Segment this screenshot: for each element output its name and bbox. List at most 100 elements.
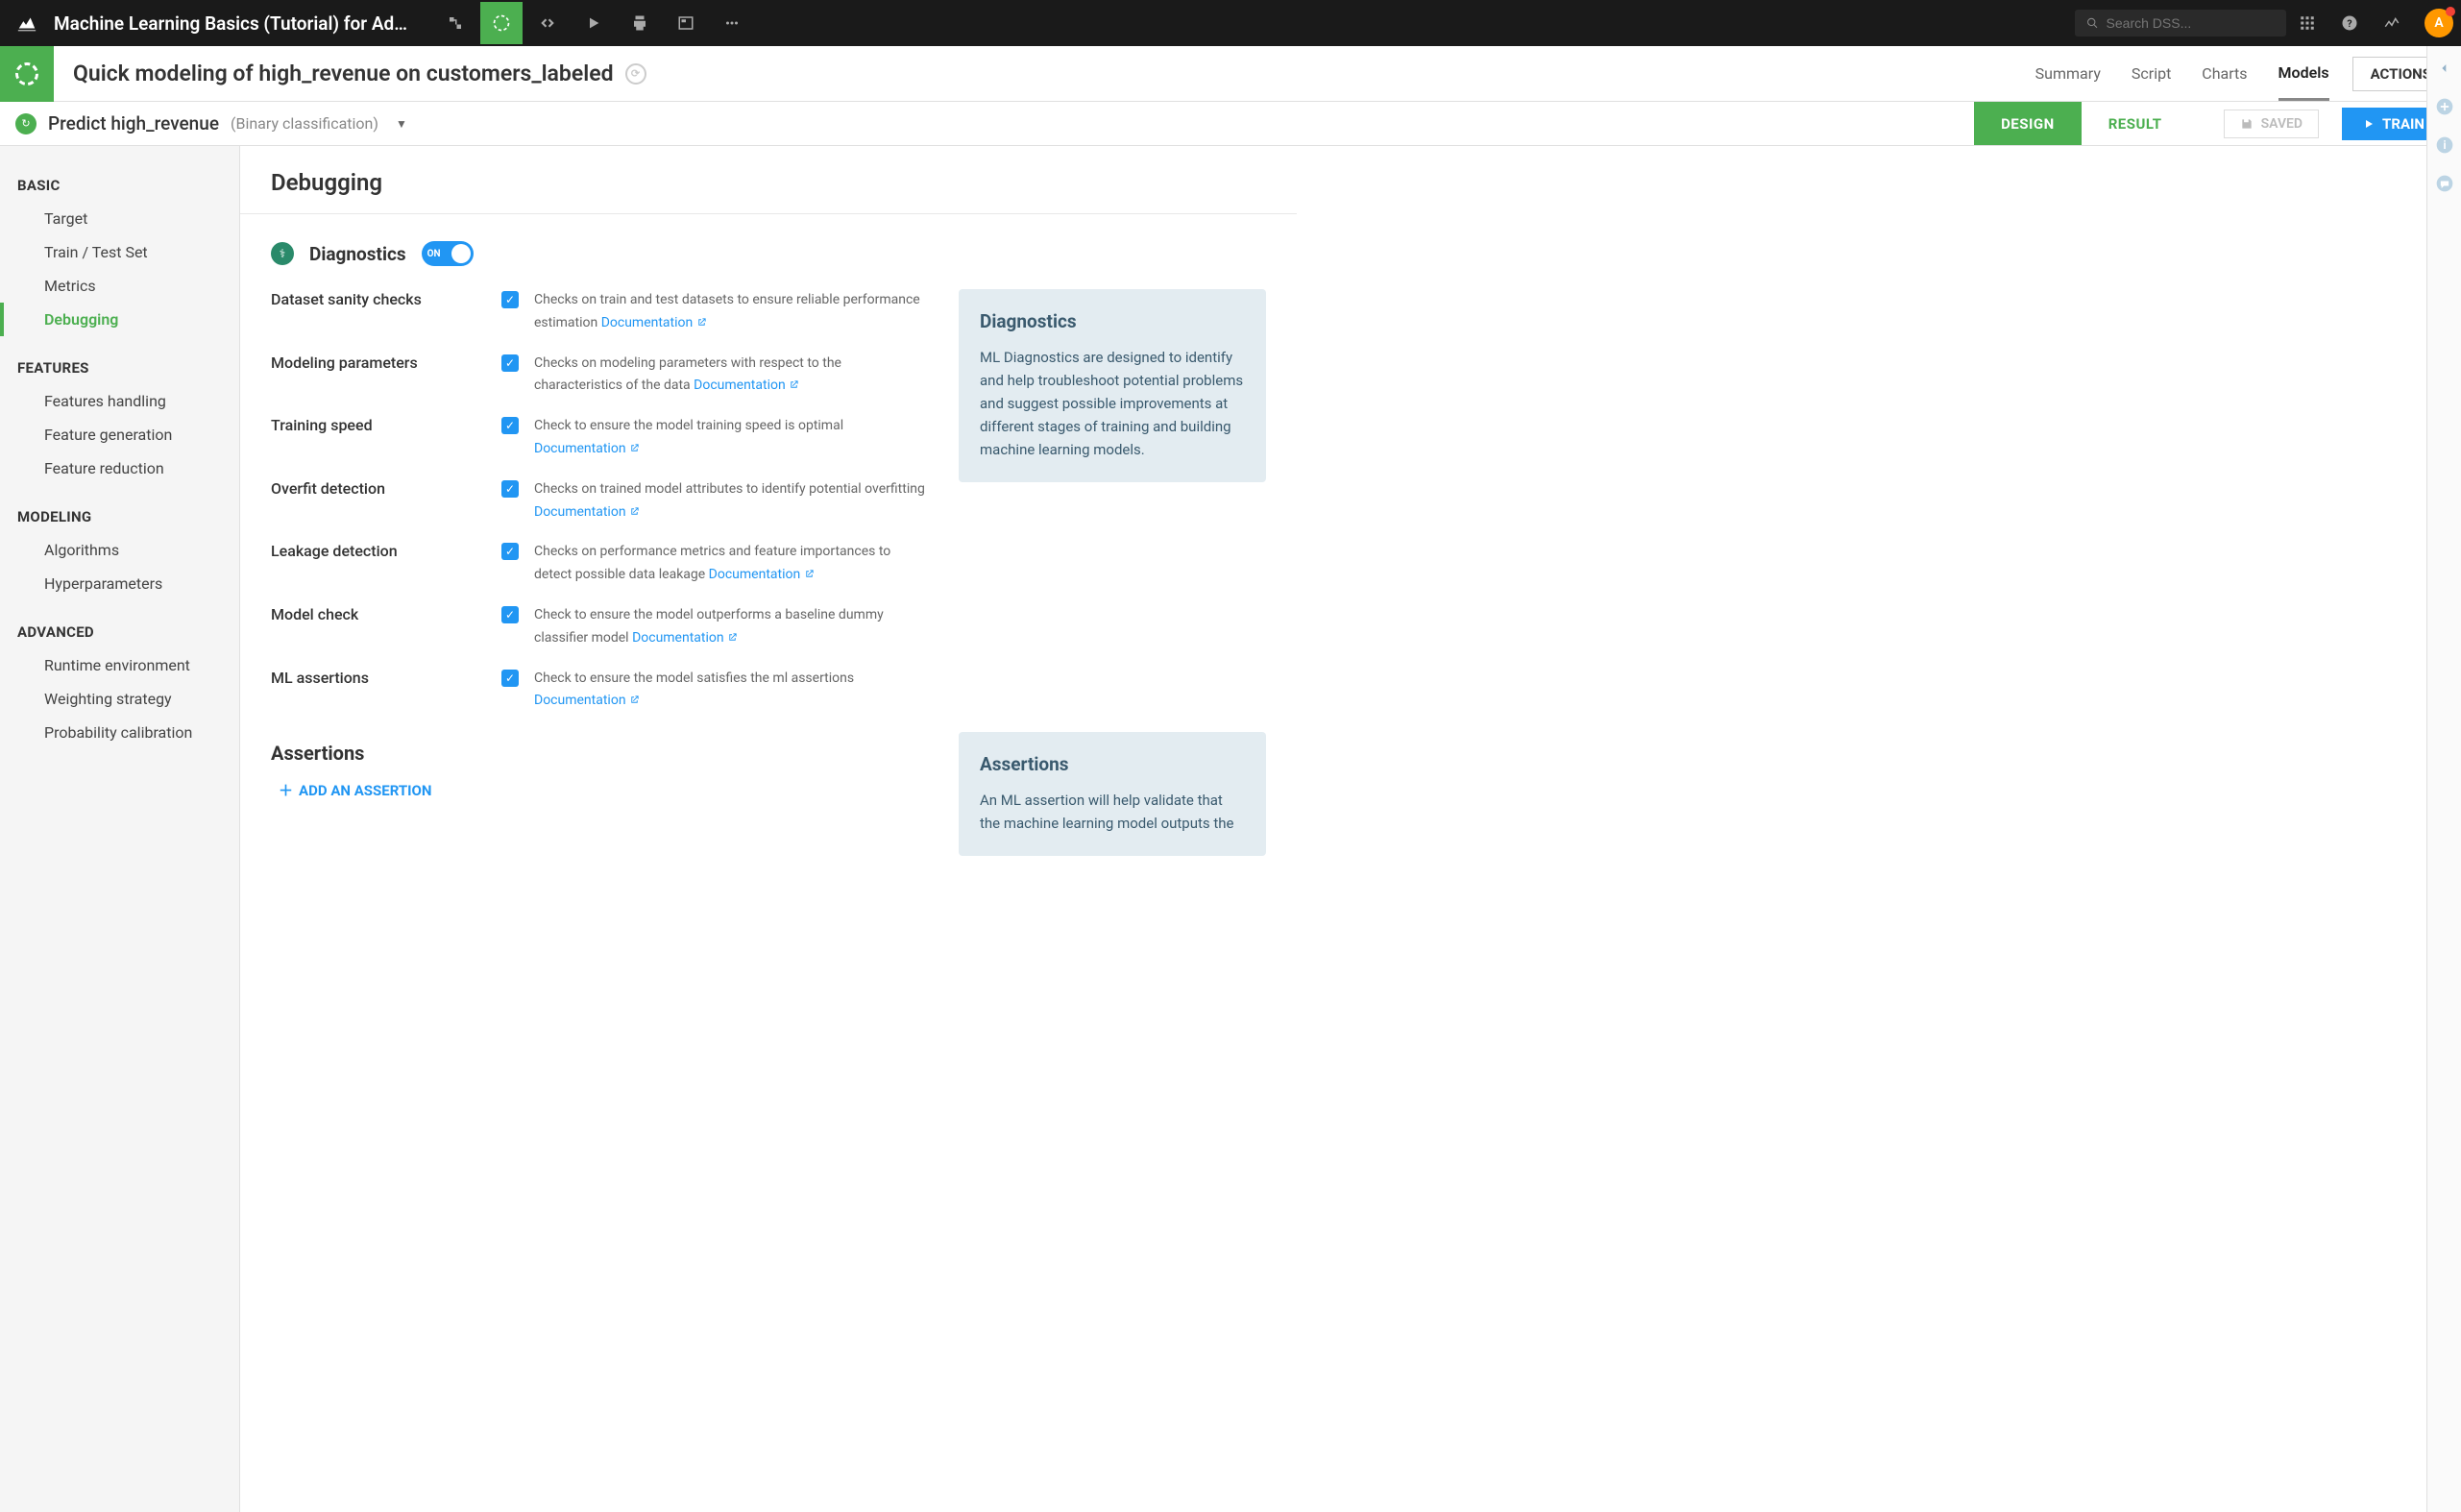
svg-text:?: ? (2347, 17, 2351, 30)
sidebar-item-probability[interactable]: Probability calibration (0, 716, 239, 749)
save-icon (2240, 117, 2254, 131)
sidebar-item-debugging[interactable]: Debugging (0, 303, 239, 336)
search-box[interactable] (2075, 10, 2286, 37)
refresh-icon[interactable]: ⟳ (625, 63, 646, 85)
doc-link[interactable]: Documentation (534, 441, 640, 456)
toggle-knob (451, 244, 471, 263)
sidebar-item-features-handling[interactable]: Features handling (0, 384, 239, 418)
check-label: Dataset sanity checks (271, 289, 501, 308)
sidebar-item-weighting[interactable]: Weighting strategy (0, 682, 239, 716)
tab-models[interactable]: Models (2278, 46, 2329, 101)
topbar: Machine Learning Basics (Tutorial) for A… (0, 0, 2461, 46)
diagnostics-label: Diagnostics (309, 243, 406, 265)
check-row-sanity: Dataset sanity checks ✓ Checks on train … (271, 289, 928, 335)
main-content: Debugging ⚕ Diagnostics ON Dataset sanit… (240, 146, 2461, 1512)
play-icon (2363, 118, 2375, 130)
tab-charts[interactable]: Charts (2202, 46, 2247, 101)
diagnostics-toggle[interactable]: ON (422, 241, 474, 266)
sidebar-item-feature-generation[interactable]: Feature generation (0, 418, 239, 451)
ml-task-title: Predict high_revenue (48, 112, 219, 134)
play-icon[interactable] (573, 2, 615, 44)
check-label: Leakage detection (271, 541, 501, 560)
sidebar-item-target[interactable]: Target (0, 202, 239, 235)
info-icon[interactable]: i (2434, 134, 2455, 156)
sidebar-group-advanced: ADVANCED (0, 616, 239, 648)
code-icon[interactable] (526, 2, 569, 44)
checkbox-mlassert[interactable]: ✓ (501, 670, 519, 687)
sidebar-item-hyperparameters[interactable]: Hyperparameters (0, 567, 239, 600)
doc-link[interactable]: Documentation (632, 630, 738, 646)
check-label: Model check (271, 604, 501, 623)
lab-icon[interactable] (480, 2, 523, 44)
external-link-icon (804, 569, 815, 579)
sidebar-item-runtime[interactable]: Runtime environment (0, 648, 239, 682)
diagnostics-header: ⚕ Diagnostics ON (271, 241, 1266, 266)
tab-result[interactable]: RESULT (2082, 102, 2189, 145)
tab-script[interactable]: Script (2132, 46, 2171, 101)
info-panel-assertions: Assertions An ML assertion will help val… (959, 732, 1266, 856)
apps-icon[interactable] (2286, 2, 2328, 44)
dashboard-icon[interactable] (665, 2, 707, 44)
ml-task-type: (Binary classification) (231, 114, 378, 133)
plus-icon: ＋ (279, 780, 293, 800)
section-title: Debugging (271, 169, 1266, 196)
flow-icon[interactable] (434, 2, 476, 44)
toggle-on-label: ON (427, 249, 441, 259)
plus-icon[interactable] (2434, 96, 2455, 117)
sidebar-group-modeling: MODELING (0, 500, 239, 533)
info-body: An ML assertion will help validate that … (980, 789, 1245, 835)
checkbox-sanity[interactable]: ✓ (501, 291, 519, 308)
svg-text:i: i (2443, 138, 2446, 152)
checkbox-overfit[interactable]: ✓ (501, 480, 519, 498)
collapse-icon[interactable] (2434, 58, 2455, 79)
doc-link[interactable]: Documentation (601, 315, 707, 330)
check-desc: Checks on performance metrics and featur… (534, 541, 928, 587)
right-rail: i (2426, 46, 2461, 1512)
info-title: Diagnostics (980, 310, 1245, 332)
stethoscope-icon: ⚕ (271, 242, 294, 265)
page-heading-text: Quick modeling of high_revenue on custom… (73, 61, 614, 86)
sidebar-item-metrics[interactable]: Metrics (0, 269, 239, 303)
doc-link[interactable]: Documentation (534, 693, 640, 708)
sidebar-group-features: FEATURES (0, 352, 239, 384)
external-link-icon (629, 506, 640, 517)
sidebar-item-feature-reduction[interactable]: Feature reduction (0, 451, 239, 485)
print-icon[interactable] (619, 2, 661, 44)
checkbox-modelcheck[interactable]: ✓ (501, 606, 519, 623)
checkbox-speed[interactable]: ✓ (501, 417, 519, 434)
toolbar-icons (434, 2, 753, 44)
search-input[interactable] (2107, 15, 2275, 31)
sidebar-item-algorithms[interactable]: Algorithms (0, 533, 239, 567)
checkbox-leakage[interactable]: ✓ (501, 543, 519, 560)
check-desc: Checks on modeling parameters with respe… (534, 353, 928, 399)
doc-link[interactable]: Documentation (709, 567, 815, 582)
assertions-heading: Assertions (271, 742, 928, 765)
tab-summary[interactable]: Summary (2035, 46, 2101, 101)
external-link-icon (696, 317, 707, 328)
doc-link[interactable]: Documentation (534, 504, 640, 520)
activity-icon[interactable] (2371, 2, 2413, 44)
check-desc: Check to ensure the model outperforms a … (534, 604, 928, 650)
nav-tabs: Summary Script Charts Models (2035, 46, 2329, 101)
tab-design[interactable]: DESIGN (1974, 102, 2082, 145)
check-row-overfit: Overfit detection ✓ Checks on trained mo… (271, 478, 928, 524)
app-logo[interactable] (8, 4, 46, 42)
check-desc: Check to ensure the model satisfies the … (534, 668, 928, 714)
check-label: Overfit detection (271, 478, 501, 498)
user-avatar[interactable]: A (2424, 9, 2453, 37)
sidebar-item-train-test[interactable]: Train / Test Set (0, 235, 239, 269)
doc-link[interactable]: Documentation (694, 378, 799, 393)
checkbox-modeling[interactable]: ✓ (501, 354, 519, 372)
external-link-icon (629, 443, 640, 453)
help-icon[interactable]: ? (2328, 2, 2371, 44)
recipe-icon[interactable] (0, 46, 54, 102)
check-row-modelcheck: Model check ✓ Check to ensure the model … (271, 604, 928, 650)
chat-icon[interactable] (2434, 173, 2455, 194)
more-icon[interactable] (711, 2, 753, 44)
project-title[interactable]: Machine Learning Basics (Tutorial) for A… (54, 12, 419, 35)
check-row-speed: Training speed ✓ Check to ensure the mod… (271, 415, 928, 461)
check-label: Training speed (271, 415, 501, 434)
chevron-down-icon[interactable]: ▼ (396, 117, 407, 131)
add-assertion-button[interactable]: ＋ ADD AN ASSERTION (279, 780, 928, 800)
external-link-icon (789, 379, 799, 390)
